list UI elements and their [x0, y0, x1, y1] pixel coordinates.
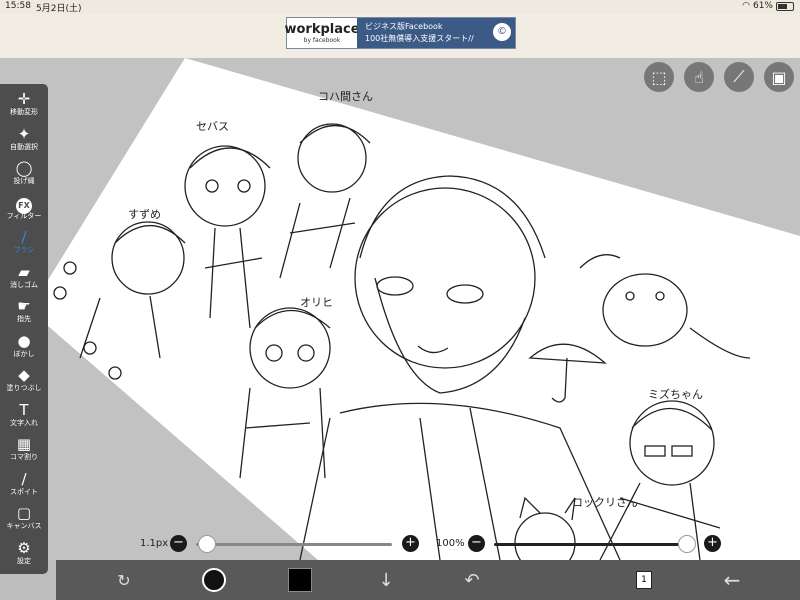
tool-label: 指先 — [17, 315, 31, 323]
canvas-text-1: セバス — [196, 120, 229, 133]
drawing-canvas-area[interactable]: セバス コハ間さん すずめ オリヒ コックリさん ミズちゃん — [0, 58, 800, 560]
image-button[interactable]: ▣ — [764, 62, 794, 92]
tool-eyedropper[interactable]: ∕ スポイト — [0, 470, 48, 497]
canvas-text-6: ミズちゃん — [648, 387, 703, 401]
eraser-icon: ▰ — [18, 262, 30, 281]
tool-label: フィルター — [6, 211, 42, 220]
rotate-icon: ↻ — [117, 570, 131, 590]
back-button[interactable]: ← — [712, 560, 752, 600]
ad-by: by facebook — [303, 37, 341, 44]
gear-icon: ⚙ — [17, 538, 31, 557]
undo-button[interactable]: ↶ — [452, 560, 492, 600]
ad-band: workplace by facebook ビジネス版Facebook 100社… — [0, 14, 800, 59]
tool-text[interactable]: T 文字入れ — [0, 401, 48, 428]
download-button[interactable]: ↓ — [366, 560, 406, 600]
filter-fx-icon: FX — [0, 194, 48, 214]
tool-label: ブラシ — [13, 246, 35, 254]
arrow-left-icon: ← — [723, 568, 741, 592]
color-swatch — [288, 568, 312, 592]
transform-button[interactable]: ↻ — [104, 560, 144, 600]
finger-icon: ☛ — [17, 297, 31, 315]
tool-filter-fx[interactable]: FX フィルター — [0, 194, 48, 221]
fill-bucket-icon: ◆ — [18, 366, 30, 384]
touch-button[interactable]: ☝ — [684, 62, 714, 92]
blur-drop-icon: ● — [17, 331, 31, 350]
brush-size-increase-button[interactable]: + — [402, 535, 419, 552]
ruler-button[interactable]: ⟋ — [724, 62, 754, 92]
tool-label: 文字入れ — [10, 418, 38, 427]
brush-icon: ∕ — [21, 228, 27, 246]
tool-label: スポイト — [10, 487, 38, 496]
brush-size-track[interactable] — [196, 543, 392, 546]
ad-banner[interactable]: workplace by facebook ビジネス版Facebook 100社… — [284, 17, 516, 49]
tool-label: 塗りつぶし — [6, 384, 42, 392]
arrow-down-icon: ↓ — [378, 569, 394, 591]
ad-logo-area: workplace by facebook — [284, 18, 360, 48]
canvas-text-3: すずめ — [128, 208, 161, 221]
battery-icon — [776, 1, 794, 11]
wifi-icon: ◠ — [742, 1, 750, 11]
tool-move[interactable]: ✛ 移動変形 — [0, 90, 48, 117]
layers-button[interactable]: 1 — [624, 560, 664, 600]
tool-label: 移動変形 — [10, 108, 38, 116]
tool-label: コマ割り — [10, 453, 38, 461]
brush-size-label: 1.1px — [140, 538, 169, 549]
tool-brush[interactable]: ∕ ブラシ — [0, 228, 48, 255]
brush-size-decrease-button[interactable]: − — [170, 535, 187, 552]
ad-logo: workplace — [284, 22, 360, 37]
opacity-decrease-button[interactable]: − — [468, 535, 485, 552]
tool-gear[interactable]: ⚙ 設定 — [0, 539, 48, 566]
status-bar: 15:58 5月2日(土) ◠ 61% — [0, 0, 800, 14]
lasso-icon: ◯ — [15, 159, 33, 177]
ad-badge-icon: © — [493, 23, 511, 41]
magic-wand-icon: ✦ — [17, 124, 31, 143]
tool-label: 投げ縄 — [13, 177, 35, 185]
canvas-text-4: オリヒ — [300, 296, 333, 309]
tool-lasso[interactable]: ◯ 投げ縄 — [0, 159, 48, 186]
brush-preview-button[interactable] — [194, 560, 234, 600]
tool-panel-divide[interactable]: ▦ コマ割り — [0, 435, 48, 462]
battery-fill — [778, 3, 787, 9]
canvas-icon: ▢ — [16, 504, 32, 522]
drawing-canvas[interactable]: セバス コハ間さん すずめ オリヒ コックリさん ミズちゃん — [0, 58, 800, 560]
tool-label: 自動選択 — [10, 142, 38, 151]
layer-count: 1 — [636, 571, 652, 589]
tool-magic-wand[interactable]: ✦ 自動選択 — [0, 125, 48, 152]
battery-percent: 61% — [752, 1, 773, 11]
selection-icon: ⬚ — [651, 67, 667, 87]
selection-button[interactable]: ⬚ — [644, 62, 674, 92]
canvas-text-5: コックリさん — [572, 496, 638, 509]
bottom-bar: ↻ ↓ ↶ 1 ← — [56, 560, 800, 600]
text-icon: T — [19, 400, 29, 419]
eyedropper-icon: ∕ — [21, 469, 27, 488]
tool-blur-drop[interactable]: ● ぼかし — [0, 332, 48, 359]
opacity-track[interactable] — [494, 543, 686, 546]
tool-palette: ✛ 移動変形 ✦ 自動選択 ◯ 投げ縄 FX フィルター ∕ ブラシ ▰ 消しゴム ☛ 指先 ● ぼかし ◆ 塗り… — [0, 84, 48, 574]
color-button[interactable] — [280, 560, 320, 600]
canvas-text-2: コハ間さん — [318, 90, 373, 103]
opacity-thumb[interactable] — [678, 535, 696, 553]
brush-size-thumb[interactable] — [198, 535, 216, 553]
tool-fill-bucket[interactable]: ◆ 塗りつぶし — [0, 366, 48, 393]
tool-canvas[interactable]: ▢ キャンバス — [0, 504, 48, 531]
brush-preview-icon — [202, 568, 226, 592]
move-icon: ✛ — [17, 90, 31, 108]
touch-icon: ☝ — [694, 67, 704, 87]
tool-label: キャンバス — [6, 522, 42, 530]
opacity-label: 100% — [436, 538, 465, 549]
ruler-icon: ⟋ — [733, 67, 745, 86]
tool-label: ぼかし — [13, 349, 35, 358]
status-date: 5月2日(土) — [36, 4, 82, 14]
tool-finger[interactable]: ☛ 指先 — [0, 297, 48, 324]
opacity-increase-button[interactable]: + — [704, 535, 721, 552]
image-icon: ▣ — [771, 67, 787, 87]
status-time: 15:58 — [5, 1, 31, 11]
ad-text: ビジネス版Facebook 100社無償導入支援スタート// © — [357, 18, 515, 48]
status-right: ◠ 61% — [742, 1, 794, 11]
undo-icon: ↶ — [464, 569, 480, 591]
panel-divide-icon: ▦ — [16, 435, 32, 453]
tool-label: 設定 — [17, 556, 31, 565]
tool-label: 消しゴム — [10, 280, 38, 289]
tool-eraser[interactable]: ▰ 消しゴム — [0, 263, 48, 290]
